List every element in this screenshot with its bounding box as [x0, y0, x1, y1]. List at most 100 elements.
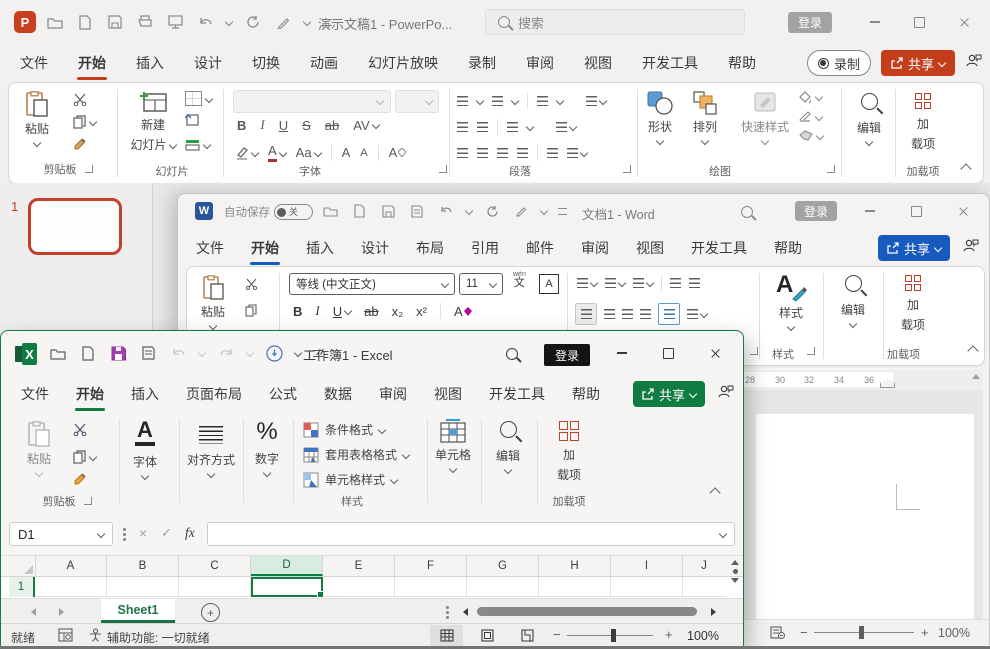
tab-developer[interactable]: 开发工具 — [689, 238, 749, 258]
cell-J1[interactable] — [683, 577, 725, 597]
paste-button[interactable]: 粘贴 — [25, 91, 49, 146]
undo-icon[interactable] — [437, 201, 455, 221]
tab-file[interactable]: 文件 — [194, 238, 226, 258]
zoom-slider-track[interactable] — [814, 632, 914, 633]
open-icon[interactable] — [46, 12, 64, 32]
comments-person-icon[interactable] — [717, 384, 734, 404]
save-icon[interactable] — [379, 201, 397, 221]
align-center-icon[interactable] — [477, 148, 488, 158]
normal-view-button[interactable] — [430, 625, 463, 646]
column-header[interactable]: G — [467, 556, 539, 576]
character-border-button[interactable]: A — [539, 274, 559, 294]
redo-icon[interactable] — [217, 343, 235, 363]
highlight-pen-button[interactable] — [235, 146, 258, 160]
ink-pen-icon[interactable] — [512, 201, 530, 221]
new-slide-button[interactable]: 新建 幻灯片 — [127, 91, 179, 153]
print-preview-icon[interactable] — [408, 201, 426, 221]
font-name-select[interactable]: 等线 (中文正文) — [289, 273, 455, 295]
copy-button[interactable] — [73, 115, 96, 129]
tab-insert[interactable]: 插入 — [134, 53, 166, 73]
ink-pen-icon[interactable] — [274, 12, 292, 32]
clipboard-dialog-launcher[interactable] — [85, 165, 93, 173]
tab-mailings[interactable]: 邮件 — [524, 238, 556, 258]
collapse-ribbon-icon[interactable] — [967, 345, 978, 356]
tab-page-layout[interactable]: 页面布局 — [184, 384, 244, 404]
page-layout-view-button[interactable] — [471, 625, 504, 646]
scroll-thumb[interactable] — [733, 569, 738, 574]
formula-bar-expand-icon[interactable] — [719, 530, 727, 538]
sheet-tab-active[interactable]: Sheet1 — [101, 599, 175, 623]
tab-slideshow[interactable]: 幻灯片放映 — [366, 53, 440, 73]
tab-home[interactable]: 开始 — [249, 238, 281, 258]
new-document-icon[interactable] — [350, 201, 368, 221]
tab-transitions[interactable]: 切换 — [250, 53, 282, 73]
clipboard-dialog-launcher[interactable] — [84, 497, 92, 505]
column-header-selected[interactable]: D — [251, 556, 323, 576]
comments-person-icon[interactable] — [965, 53, 982, 73]
phonetic-guide-button[interactable]: wén 文 — [513, 271, 526, 289]
column-header[interactable]: A — [35, 556, 107, 576]
print-preview-icon[interactable] — [139, 343, 157, 363]
redo-dropdown-icon[interactable] — [246, 349, 254, 357]
paste-button[interactable]: 粘贴 — [27, 421, 51, 476]
tab-formulas[interactable]: 公式 — [267, 384, 299, 404]
cell-I1[interactable] — [611, 577, 683, 597]
minimize-button[interactable] — [865, 210, 875, 211]
columns-icon[interactable] — [507, 122, 518, 132]
cell-E1[interactable] — [323, 577, 395, 597]
share-button[interactable]: 共享 — [881, 50, 955, 76]
start-slideshow-icon[interactable] — [166, 12, 184, 32]
font-size-select[interactable]: 11 — [459, 273, 503, 295]
scroll-down-icon[interactable] — [731, 578, 739, 583]
styles-dialog-launcher[interactable] — [807, 347, 815, 355]
column-header[interactable]: F — [395, 556, 467, 576]
bullets-button[interactable] — [577, 278, 597, 288]
zoom-out-button[interactable]: − — [553, 627, 561, 642]
collapse-ribbon-icon[interactable] — [709, 487, 720, 498]
align-left-button[interactable] — [575, 303, 597, 325]
strikethrough-button[interactable]: ab — [325, 118, 339, 133]
zoom-in-button[interactable]: + — [921, 625, 929, 640]
new-document-icon[interactable] — [76, 12, 94, 32]
cell-styles-button[interactable]: 单元格样式 — [303, 471, 409, 488]
collapse-ribbon-icon[interactable] — [960, 163, 971, 174]
cut-button[interactable] — [73, 93, 96, 106]
tab-review[interactable]: 审阅 — [377, 384, 409, 404]
autosave-toggle[interactable]: 关 — [274, 204, 313, 220]
close-button[interactable] — [710, 348, 721, 359]
font-color-button[interactable]: A — [268, 143, 286, 162]
tab-design[interactable]: 设计 — [359, 238, 391, 258]
font-name-select[interactable] — [233, 90, 391, 113]
repeat-icon[interactable] — [244, 12, 262, 32]
tab-file[interactable]: 文件 — [19, 384, 51, 404]
next-sheet-icon[interactable] — [59, 608, 64, 616]
tab-layout[interactable]: 布局 — [414, 238, 446, 258]
bold-button[interactable]: B — [293, 304, 302, 319]
tab-design[interactable]: 设计 — [192, 53, 224, 73]
increase-indent-icon[interactable] — [477, 122, 488, 132]
open-icon[interactable] — [49, 343, 67, 363]
undo-dropdown-icon[interactable] — [225, 18, 233, 26]
column-header[interactable]: C — [179, 556, 251, 576]
tab-review[interactable]: 审阅 — [579, 238, 611, 258]
shape-fill-button[interactable] — [799, 91, 823, 103]
record-button[interactable]: 录制 — [807, 50, 871, 76]
column-header[interactable]: H — [539, 556, 611, 576]
eraser-button[interactable] — [799, 130, 823, 141]
save-icon[interactable] — [106, 12, 124, 32]
paragraph-dialog-launcher[interactable] — [623, 165, 631, 173]
maximize-button[interactable] — [663, 348, 674, 359]
save-icon[interactable] — [109, 343, 127, 363]
formula-bar-resize-handle[interactable] — [123, 528, 126, 531]
column-header[interactable]: B — [107, 556, 179, 576]
undo-icon[interactable] — [169, 343, 187, 363]
share-button[interactable]: 共享 — [878, 235, 950, 261]
italic-button[interactable]: I — [315, 303, 319, 319]
copy-button[interactable] — [73, 450, 96, 464]
share-button[interactable]: 共享 — [633, 381, 705, 407]
accessibility-icon[interactable] — [89, 628, 102, 647]
repeat-icon[interactable] — [483, 201, 501, 221]
align-text-icon[interactable] — [556, 122, 576, 132]
justify-icon[interactable] — [517, 148, 528, 158]
pen-dropdown-icon[interactable] — [303, 18, 311, 26]
